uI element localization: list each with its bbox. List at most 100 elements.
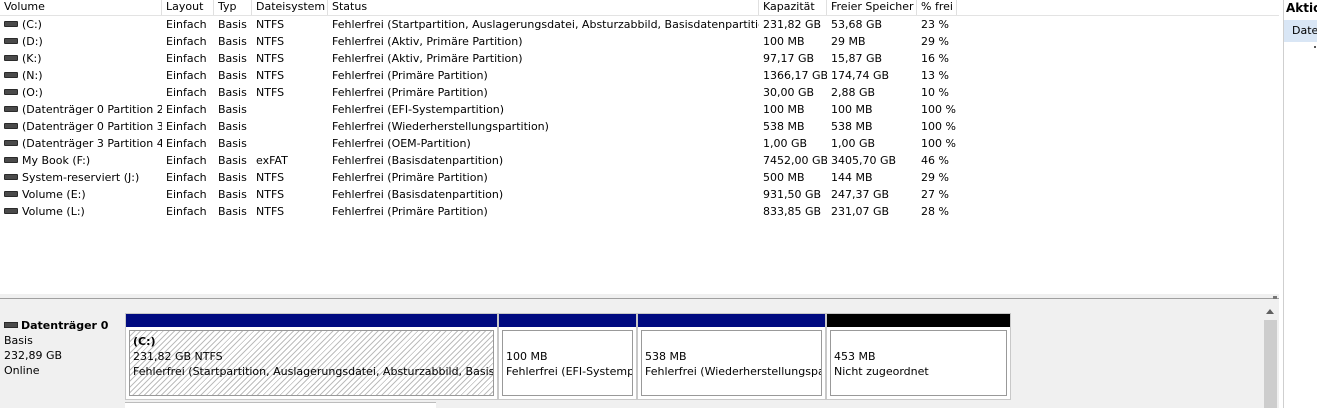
cell-layout: Einfach xyxy=(166,52,207,65)
scrollbar-thumb[interactable] xyxy=(1264,320,1277,408)
cell-status: Fehlerfrei (Primäre Partition) xyxy=(332,171,488,184)
volume-icon xyxy=(4,123,18,129)
cell-percent-free: 28 % xyxy=(921,205,949,218)
cell-percent-free: 46 % xyxy=(921,154,949,167)
table-row[interactable]: (Datenträger 0 Partition 2) Einfach Basis F… xyxy=(0,101,1279,118)
cell-volume-name: (K:) xyxy=(0,50,162,67)
disk-0-size: 232,89 GB xyxy=(4,349,63,362)
cell-type: Basis xyxy=(218,18,247,31)
volume-icon xyxy=(4,89,18,95)
cell-layout: Einfach xyxy=(166,86,207,99)
cell-layout: Einfach xyxy=(166,69,207,82)
cell-status: Fehlerfrei (Startpartition, Auslagerungs… xyxy=(332,18,759,31)
column-header-free-space[interactable]: Freier Speicher xyxy=(827,0,917,15)
partition-recovery[interactable]: 538 MB Fehlerfrei (Wiederherstellungspar… xyxy=(637,313,826,400)
actions-pane: Aktionen Datenträgerverwaltung xyxy=(1283,0,1317,408)
column-header-percent-free[interactable]: % frei xyxy=(917,0,957,15)
table-row[interactable]: (Datenträger 0 Partition 3) Einfach Basis F… xyxy=(0,118,1279,135)
actions-item-disk-management[interactable]: Datenträgerverwaltung xyxy=(1284,20,1317,42)
cell-free-space: 1,00 GB xyxy=(831,137,876,150)
cell-filesystem: exFAT xyxy=(256,154,288,167)
volume-label: (D:) xyxy=(22,35,43,48)
cell-percent-free: 100 % xyxy=(921,103,956,116)
table-row[interactable]: My Book (F:) Einfach Basis exFAT Fehlerfrei … xyxy=(0,152,1279,169)
column-header-type[interactable]: Typ xyxy=(214,0,252,15)
actions-title: Aktionen xyxy=(1286,1,1317,15)
table-row[interactable]: System-reserviert (J:) Einfach Basis NTFS Fe… xyxy=(0,169,1279,186)
cell-type: Basis xyxy=(218,205,247,218)
cell-filesystem xyxy=(252,135,328,152)
cell-status: Fehlerfrei (Aktiv, Primäre Partition) xyxy=(332,52,523,65)
cell-status: Fehlerfrei (Aktiv, Primäre Partition) xyxy=(332,35,523,48)
cell-capacity: 30,00 GB xyxy=(763,86,815,99)
cell-free-space: 144 MB xyxy=(831,171,873,184)
volume-label: (O:) xyxy=(22,86,43,99)
scroll-up-arrow-icon[interactable] xyxy=(1266,309,1274,314)
cell-layout: Einfach xyxy=(166,205,207,218)
cell-percent-free: 23 % xyxy=(921,18,949,31)
partition-efi-size: 100 MB xyxy=(506,350,548,363)
volume-icon xyxy=(4,208,18,214)
column-header-capacity[interactable]: Kapazität xyxy=(759,0,827,15)
table-row[interactable]: (Datenträger 3 Partition 4) Einfach Basis F… xyxy=(0,135,1279,152)
cell-volume-name: (Datenträger 0 Partition 2) xyxy=(0,101,162,118)
cell-percent-free: 13 % xyxy=(921,69,949,82)
volume-label: (Datenträger 0 Partition 2) xyxy=(22,103,162,116)
partition-bar xyxy=(638,314,825,327)
table-row[interactable]: (C:) Einfach Basis NTFS Fehlerfrei (Startpar… xyxy=(0,16,1279,33)
cell-free-space: 100 MB xyxy=(831,103,873,116)
unallocated-bar xyxy=(827,314,1010,327)
volume-label: (Datenträger 3 Partition 4) xyxy=(22,137,162,150)
cell-volume-name: System-reserviert (J:) xyxy=(0,169,162,186)
cell-capacity: 100 MB xyxy=(763,35,805,48)
cell-type: Basis xyxy=(218,69,247,82)
partition-c[interactable]: (C:) 231,82 GB NTFS Fehlerfrei (Startpar… xyxy=(125,313,498,400)
partition-c-status: Fehlerfrei (Startpartition, Auslagerungs… xyxy=(133,365,494,378)
column-header-filesystem[interactable]: Dateisystem xyxy=(252,0,328,15)
disk-0-type: Basis xyxy=(4,334,33,347)
volume-icon xyxy=(4,21,18,27)
cell-type: Basis xyxy=(218,188,247,201)
table-row[interactable]: (O:) Einfach Basis NTFS Fehlerfrei (Primäre … xyxy=(0,84,1279,101)
cell-capacity: 538 MB xyxy=(763,120,805,133)
more-arrow-icon xyxy=(1314,46,1316,48)
cell-filesystem: NTFS xyxy=(256,188,285,201)
cell-layout: Einfach xyxy=(166,171,207,184)
table-row[interactable]: Volume (L:) Einfach Basis NTFS Fehlerfrei (P… xyxy=(0,203,1279,220)
cell-percent-free: 10 % xyxy=(921,86,949,99)
cell-percent-free: 29 % xyxy=(921,35,949,48)
cell-type: Basis xyxy=(218,120,247,133)
disk-0-label[interactable]: Datenträger 0 Basis 232,89 GB Online xyxy=(4,316,122,408)
volume-icon xyxy=(4,174,18,180)
cell-type: Basis xyxy=(218,171,247,184)
cell-status: Fehlerfrei (Wiederherstellungspartition) xyxy=(332,120,549,133)
table-row[interactable]: (K:) Einfach Basis NTFS Fehlerfrei (Aktiv, P… xyxy=(0,50,1279,67)
disk-0-title: Datenträger 0 xyxy=(21,319,109,332)
column-header-layout[interactable]: Layout xyxy=(162,0,214,15)
volume-icon xyxy=(4,140,18,146)
cell-capacity: 931,50 GB xyxy=(763,188,822,201)
cell-free-space: 247,37 GB xyxy=(831,188,890,201)
cell-layout: Einfach xyxy=(166,120,207,133)
cell-volume-name: (O:) xyxy=(0,84,162,101)
volume-label: My Book (F:) xyxy=(22,154,91,167)
list-header: Volume Layout Typ Dateisystem Status Kap… xyxy=(0,0,1279,16)
cell-status: Fehlerfrei (EFI-Systempartition) xyxy=(332,103,505,116)
cell-capacity: 231,82 GB xyxy=(763,18,822,31)
partition-efi[interactable]: 100 MB Fehlerfrei (EFI-Systempartition) xyxy=(498,313,637,400)
partition-unallocated[interactable]: 453 MB Nicht zugeordnet xyxy=(826,313,1011,400)
partition-recovery-size: 538 MB xyxy=(645,350,687,363)
volume-list[interactable]: Volume Layout Typ Dateisystem Status Kap… xyxy=(0,0,1279,294)
cell-filesystem: NTFS xyxy=(256,205,285,218)
table-row[interactable]: Volume (E:) Einfach Basis NTFS Fehlerfrei (B… xyxy=(0,186,1279,203)
cell-percent-free: 100 % xyxy=(921,137,956,150)
volume-label: (N:) xyxy=(22,69,43,82)
volume-label: (K:) xyxy=(22,52,42,65)
cell-capacity: 100 MB xyxy=(763,103,805,116)
cell-layout: Einfach xyxy=(166,18,207,31)
column-header-volume[interactable]: Volume xyxy=(0,0,162,15)
table-row[interactable]: (N:) Einfach Basis NTFS Fehlerfrei (Primäre … xyxy=(0,67,1279,84)
table-row[interactable]: (D:) Einfach Basis NTFS Fehlerfrei (Aktiv, P… xyxy=(0,33,1279,50)
partition-bar xyxy=(126,314,497,327)
column-header-status[interactable]: Status xyxy=(328,0,759,15)
